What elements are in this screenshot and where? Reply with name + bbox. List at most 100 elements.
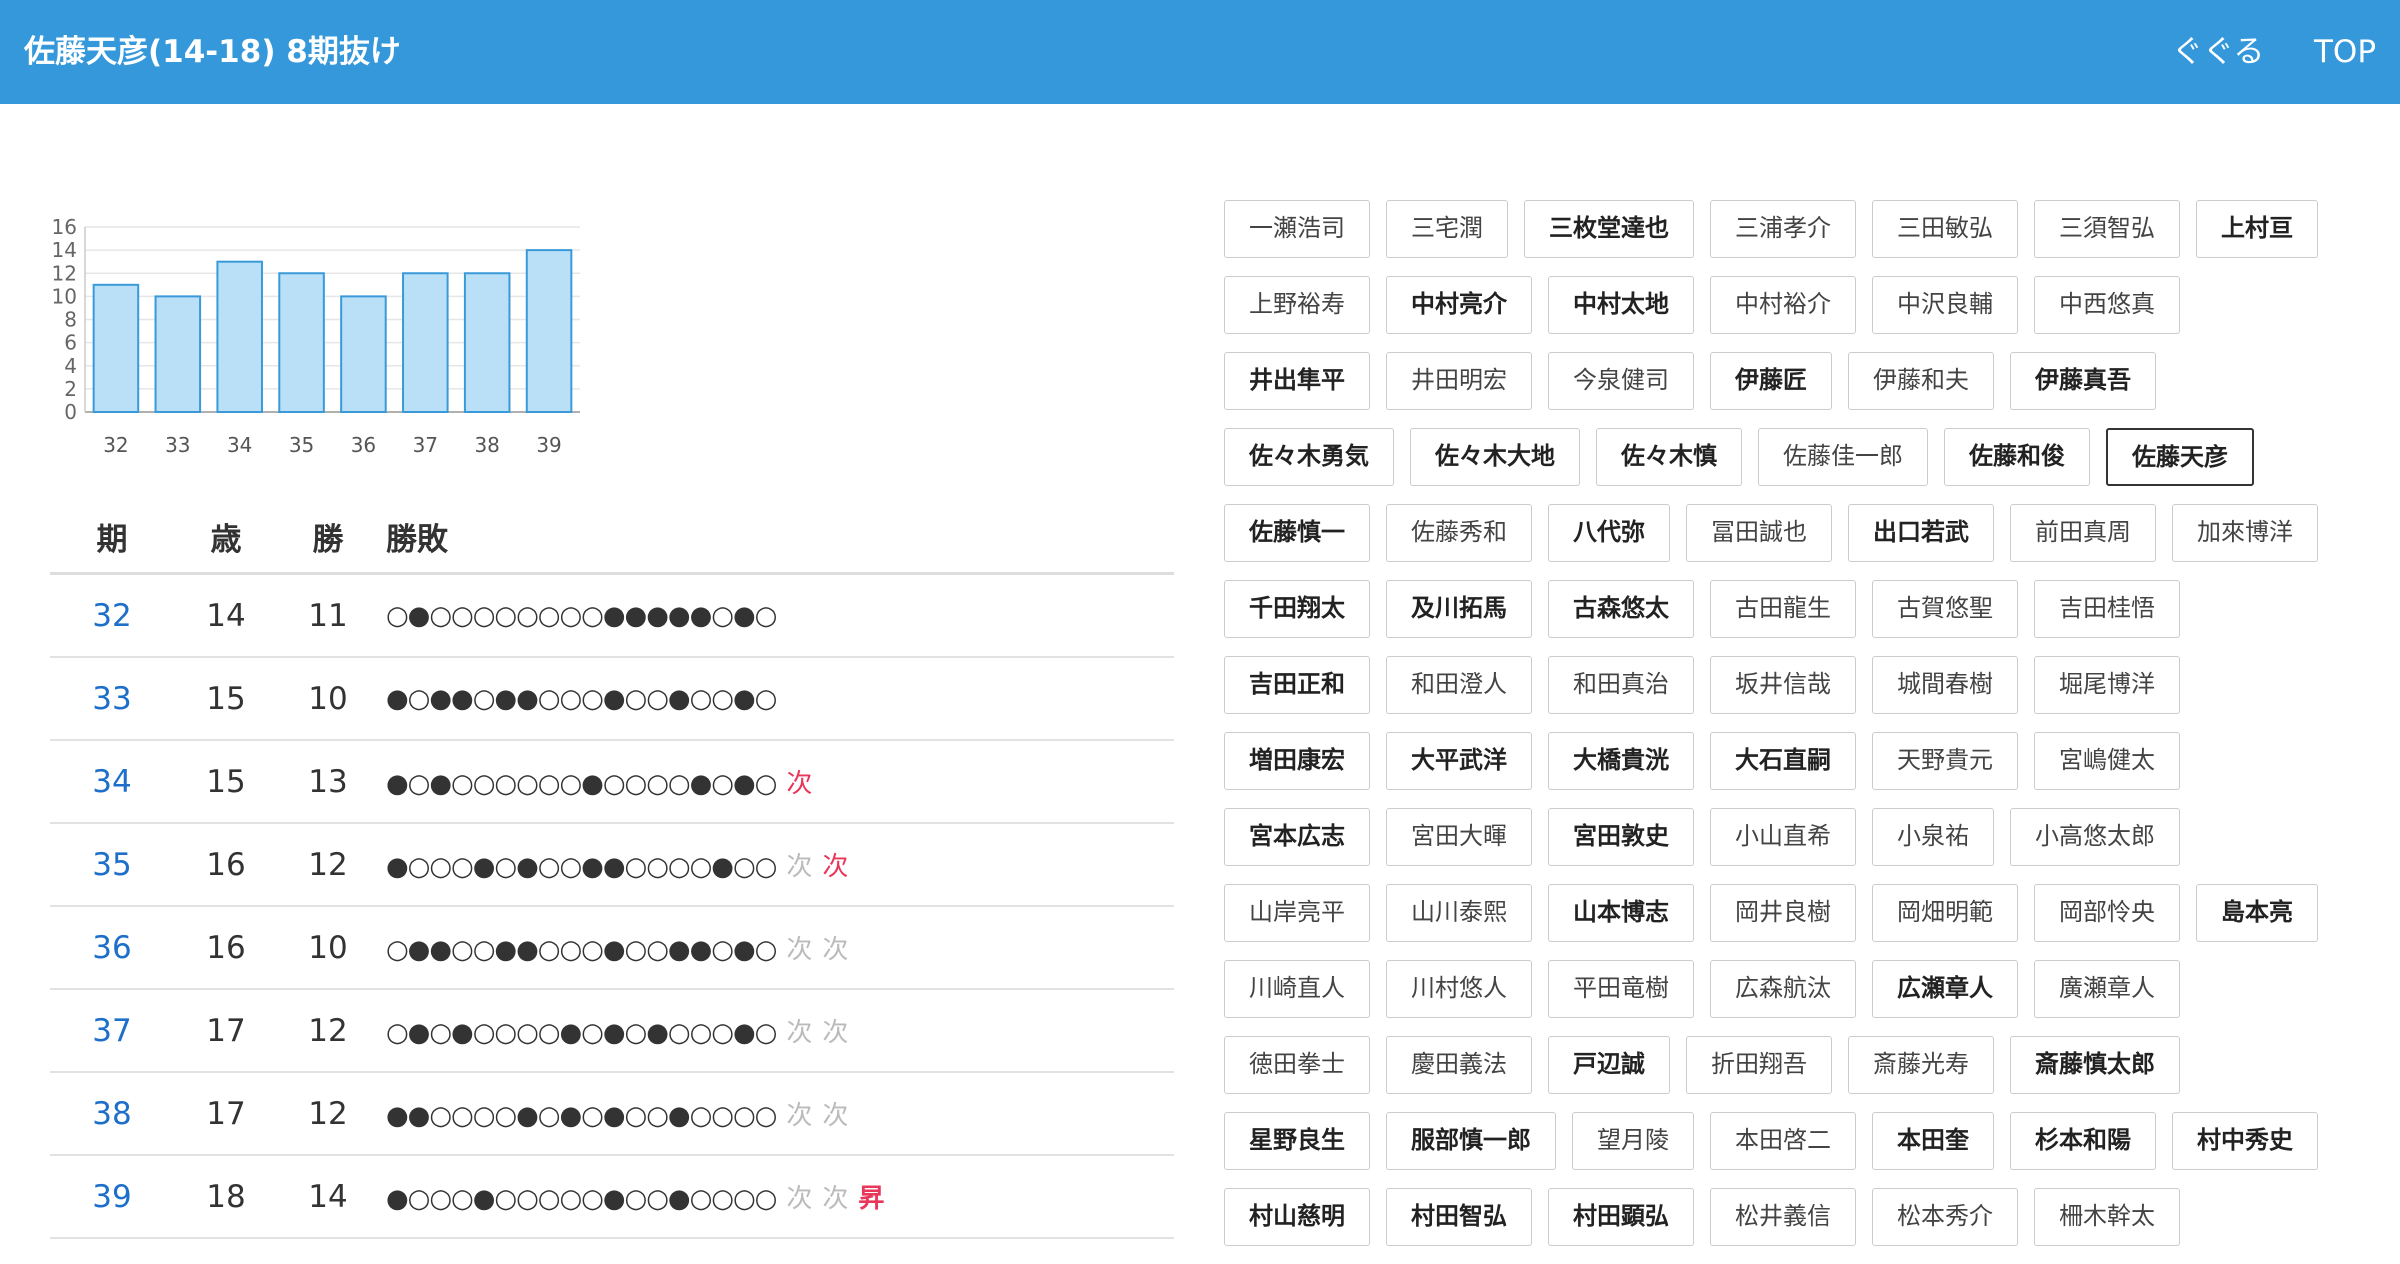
player-name-button[interactable]: 天野貴元 [1872,732,2018,790]
player-name-button[interactable]: 広瀬章人 [1872,960,2018,1018]
player-name-button[interactable]: 八代弥 [1548,504,1670,562]
player-name-button[interactable]: 出口若武 [1848,504,1994,562]
player-name-button[interactable]: 佐藤和俊 [1944,428,2090,486]
player-name-button[interactable]: 佐藤秀和 [1386,504,1532,562]
player-name-button[interactable]: 小山直希 [1710,808,1856,866]
player-name-button[interactable]: 佐々木大地 [1410,428,1580,486]
term-link[interactable]: 33 [92,681,131,717]
term-cell[interactable]: 33 [50,657,174,741]
player-name-button[interactable]: 和田真治 [1548,656,1694,714]
player-name-button[interactable]: 宮嶋健太 [2034,732,2180,790]
player-name-button[interactable]: 平田竜樹 [1548,960,1694,1018]
term-link[interactable]: 39 [92,1179,131,1215]
player-name-button[interactable]: 大橋貴洸 [1548,732,1694,790]
player-name-button[interactable]: 小泉祐 [1872,808,1994,866]
term-cell[interactable]: 35 [50,823,174,907]
player-name-button[interactable]: 広森航汰 [1710,960,1856,1018]
term-link[interactable]: 35 [92,847,131,883]
term-cell[interactable]: 34 [50,740,174,824]
player-name-button[interactable]: 上村亘 [2196,200,2318,258]
player-name-button[interactable]: 柵木幹太 [2034,1188,2180,1246]
term-link[interactable]: 37 [92,1013,131,1049]
player-name-button[interactable]: 一瀬浩司 [1224,200,1370,258]
player-name-button[interactable]: 慶田義法 [1386,1036,1532,1094]
player-name-button[interactable]: 上野裕寿 [1224,276,1370,334]
player-name-button[interactable]: 井田明宏 [1386,352,1532,410]
player-name-button[interactable]: 坂井信哉 [1710,656,1856,714]
player-name-button[interactable]: 大石直嗣 [1710,732,1856,790]
player-name-button[interactable]: 大平武洋 [1386,732,1532,790]
player-name-button[interactable]: 及川拓馬 [1386,580,1532,638]
google-search-link[interactable]: ぐぐる [2172,0,2264,104]
player-name-button[interactable]: 三田敏弘 [1872,200,2018,258]
player-name-button[interactable]: 宮田敦史 [1548,808,1694,866]
player-name-button[interactable]: 井出隼平 [1224,352,1370,410]
player-name-button[interactable]: 三須智弘 [2034,200,2180,258]
term-cell[interactable]: 32 [50,573,174,658]
player-name-button[interactable]: 杉本和陽 [2010,1112,2156,1170]
player-name-button[interactable]: 宮田大暉 [1386,808,1532,866]
player-name-button[interactable]: 山川泰熙 [1386,884,1532,942]
player-name-button[interactable]: 中村亮介 [1386,276,1532,334]
player-name-button[interactable]: 宮本広志 [1224,808,1370,866]
player-name-button[interactable]: 本田奎 [1872,1112,1994,1170]
player-name-button[interactable]: 佐々木慎 [1596,428,1742,486]
player-name-button[interactable]: 吉田桂悟 [2034,580,2180,638]
top-link[interactable]: TOP [2314,0,2376,104]
player-name-button[interactable]: 三浦孝介 [1710,200,1856,258]
player-name-button[interactable]: 中沢良輔 [1872,276,2018,334]
player-name-button[interactable]: 小高悠太郎 [2010,808,2180,866]
player-name-button[interactable]: 徳田拳士 [1224,1036,1370,1094]
player-name-button[interactable]: 古賀悠聖 [1872,580,2018,638]
player-name-button[interactable]: 松本秀介 [1872,1188,2018,1246]
player-name-button[interactable]: 三枚堂達也 [1524,200,1694,258]
term-link[interactable]: 34 [92,764,131,800]
player-name-button[interactable]: 折田翔吾 [1686,1036,1832,1094]
player-name-button[interactable]: 和田澄人 [1386,656,1532,714]
player-name-button[interactable]: 千田翔太 [1224,580,1370,638]
player-name-button[interactable]: 伊藤匠 [1710,352,1832,410]
term-link[interactable]: 38 [92,1096,131,1132]
player-name-button[interactable]: 川村悠人 [1386,960,1532,1018]
player-name-button[interactable]: 岡井良樹 [1710,884,1856,942]
player-name-button[interactable]: 今泉健司 [1548,352,1694,410]
term-link[interactable]: 36 [92,930,131,966]
player-name-button[interactable]: 松井義信 [1710,1188,1856,1246]
player-name-button-current[interactable]: 佐藤天彦 [2106,428,2254,486]
player-name-button[interactable]: 佐々木勇気 [1224,428,1394,486]
player-name-button[interactable]: 伊藤真吾 [2010,352,2156,410]
player-name-button[interactable]: 城間春樹 [1872,656,2018,714]
player-name-button[interactable]: 廣瀬章人 [2034,960,2180,1018]
term-cell[interactable]: 39 [50,1155,174,1239]
player-name-button[interactable]: 戸辺誠 [1548,1036,1670,1094]
player-name-button[interactable]: 斎藤光寿 [1848,1036,1994,1094]
player-name-button[interactable]: 中村裕介 [1710,276,1856,334]
player-name-button[interactable]: 増田康宏 [1224,732,1370,790]
term-cell[interactable]: 38 [50,1072,174,1156]
player-name-button[interactable]: 古森悠太 [1548,580,1694,638]
player-name-button[interactable]: 望月陵 [1572,1112,1694,1170]
player-name-button[interactable]: 加來博洋 [2172,504,2318,562]
player-name-button[interactable]: 山岸亮平 [1224,884,1370,942]
player-name-button[interactable]: 山本博志 [1548,884,1694,942]
player-name-button[interactable]: 中西悠真 [2034,276,2180,334]
player-name-button[interactable]: 岡畑明範 [1872,884,2018,942]
player-name-button[interactable]: 村中秀史 [2172,1112,2318,1170]
player-name-button[interactable]: 島本亮 [2196,884,2318,942]
player-name-button[interactable]: 伊藤和夫 [1848,352,1994,410]
player-name-button[interactable]: 斎藤慎太郎 [2010,1036,2180,1094]
term-cell[interactable]: 37 [50,989,174,1073]
player-name-button[interactable]: 堀尾博洋 [2034,656,2180,714]
player-name-button[interactable]: 村田顕弘 [1548,1188,1694,1246]
player-name-button[interactable]: 吉田正和 [1224,656,1370,714]
player-name-button[interactable]: 星野良生 [1224,1112,1370,1170]
player-name-button[interactable]: 佐藤慎一 [1224,504,1370,562]
player-name-button[interactable]: 佐藤佳一郎 [1758,428,1928,486]
player-name-button[interactable]: 中村太地 [1548,276,1694,334]
player-name-button[interactable]: 前田真周 [2010,504,2156,562]
player-name-button[interactable]: 岡部怜央 [2034,884,2180,942]
player-name-button[interactable]: 古田龍生 [1710,580,1856,638]
player-name-button[interactable]: 川崎直人 [1224,960,1370,1018]
player-name-button[interactable]: 村山慈明 [1224,1188,1370,1246]
player-name-button[interactable]: 村田智弘 [1386,1188,1532,1246]
